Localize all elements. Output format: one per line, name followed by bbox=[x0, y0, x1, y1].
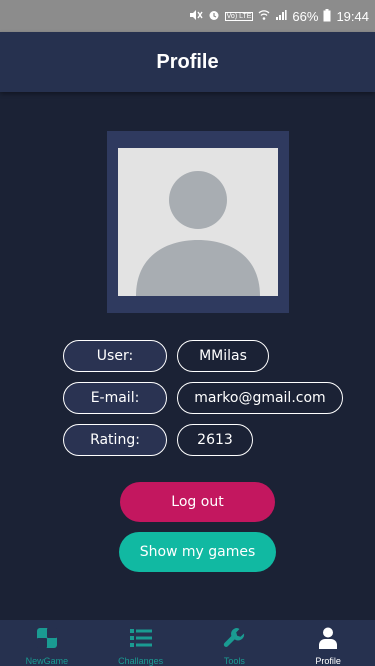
user-label: User: bbox=[63, 340, 167, 372]
rating-value: 2613 bbox=[177, 424, 253, 456]
email-label: E-mail: bbox=[63, 382, 167, 414]
avatar-frame bbox=[107, 131, 289, 313]
show-my-games-button[interactable]: Show my games bbox=[119, 532, 276, 572]
nav-label-tools: Tools bbox=[223, 656, 245, 666]
page-title: Profile bbox=[156, 50, 219, 73]
battery-icon bbox=[323, 8, 331, 24]
nav-item-newgame[interactable]: NewGame bbox=[2, 620, 92, 666]
email-value: marko@gmail.com bbox=[177, 382, 343, 414]
wifi-icon bbox=[258, 9, 270, 23]
wrench-icon bbox=[223, 626, 245, 650]
rating-row: Rating: 2613 bbox=[0, 424, 375, 456]
nav-item-tools[interactable]: Tools bbox=[189, 620, 279, 666]
clock: 19:44 bbox=[336, 8, 369, 24]
volte-indicator: Vo) LTE bbox=[224, 11, 254, 21]
list-icon bbox=[129, 626, 152, 650]
user-row: User: MMilas bbox=[0, 340, 375, 372]
nav-label-profile: Profile bbox=[315, 656, 341, 666]
nav-label-challanges: Challanges bbox=[118, 656, 164, 666]
alarm-icon bbox=[208, 9, 220, 23]
nav-item-profile[interactable]: Profile bbox=[283, 620, 373, 666]
board-icon bbox=[36, 626, 58, 650]
nav-label-newgame: NewGame bbox=[25, 656, 69, 666]
bottom-nav: NewGame Challanges Tools Profile bbox=[0, 620, 375, 666]
person-icon bbox=[317, 626, 339, 650]
logout-button[interactable]: Log out bbox=[120, 482, 275, 522]
user-value: MMilas bbox=[177, 340, 269, 372]
app-header: Profile bbox=[0, 32, 375, 92]
battery-percent: 66% bbox=[292, 8, 319, 24]
avatar bbox=[118, 148, 278, 296]
mute-icon bbox=[189, 9, 203, 23]
signal-icon bbox=[275, 9, 288, 23]
rating-label: Rating: bbox=[63, 424, 167, 456]
status-bar: Vo) LTE 66% 19:44 bbox=[0, 0, 375, 32]
email-row: E-mail: marko@gmail.com bbox=[0, 382, 375, 414]
default-user-icon bbox=[136, 171, 260, 296]
nav-item-challanges[interactable]: Challanges bbox=[96, 620, 186, 666]
